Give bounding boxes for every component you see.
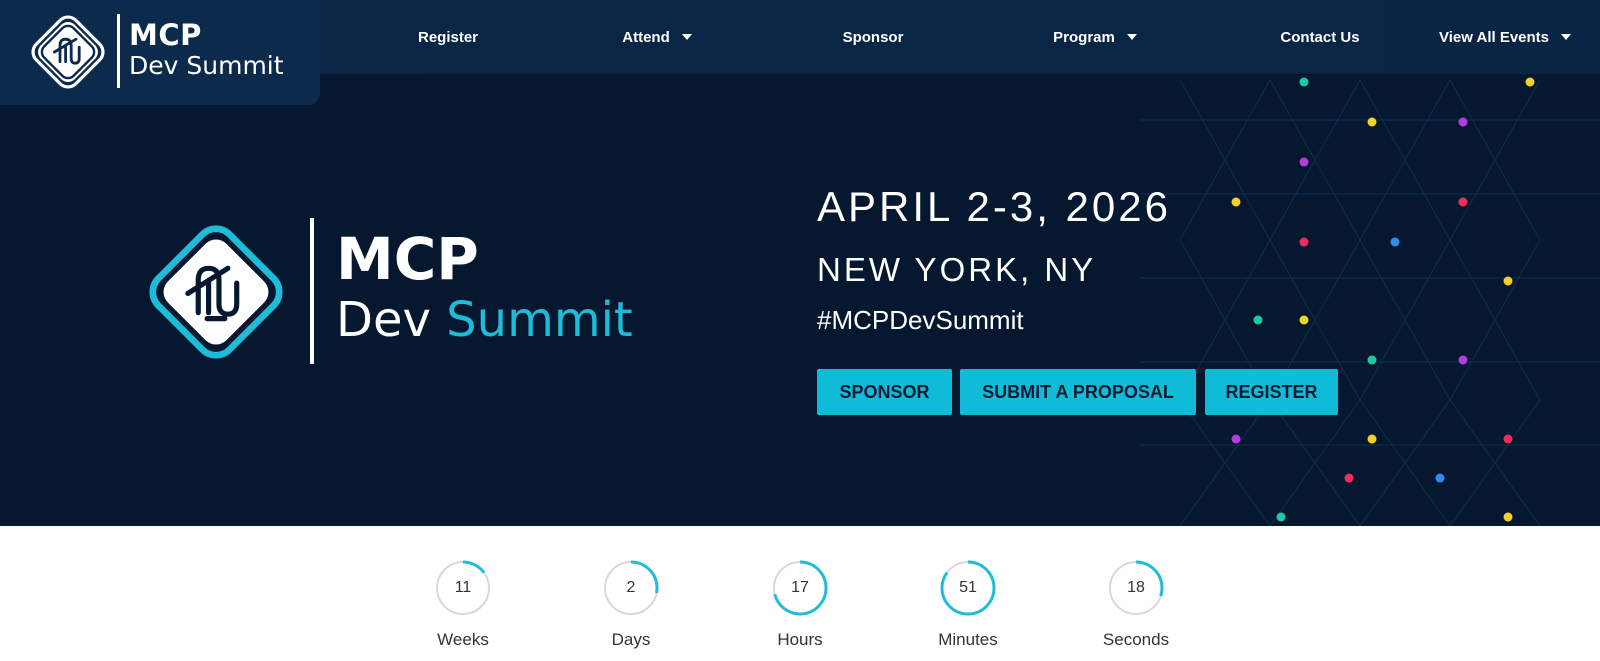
nav-program-label: Program xyxy=(1053,28,1115,46)
hero-logo-summit: Summit xyxy=(446,292,633,348)
hero-logo-dev: Dev xyxy=(336,292,431,348)
nav-register-label: Register xyxy=(417,28,479,46)
register-button-label: REGISTER xyxy=(1225,381,1318,402)
event-hashtag: #MCPDevSummit xyxy=(817,305,1024,335)
caret-down-icon xyxy=(1126,34,1137,40)
network-dots-graphic xyxy=(1140,77,1600,526)
event-date: APRIL 2-3, 2026 xyxy=(817,183,1171,230)
nav-view-all-events[interactable]: View All Events xyxy=(1415,0,1595,74)
countdown-value: 11 xyxy=(454,579,472,596)
countdown-label: Days xyxy=(611,630,651,649)
countdown-minutes: 51 Minutes xyxy=(898,526,1038,661)
nav-view-all-events-label: View All Events xyxy=(1438,28,1550,46)
brand-home-link[interactable]: MCP Dev Summit xyxy=(0,0,320,105)
countdown-section: 11 Weeks 2 Days 17 Hours 51 Minutes 18 S… xyxy=(0,526,1600,661)
mcp-logo-icon xyxy=(149,225,283,359)
mcp-logo-icon xyxy=(31,15,105,89)
nav-register[interactable]: Register xyxy=(368,0,528,74)
main-nav: Register Attend Sponsor Program Contact … xyxy=(320,0,1600,74)
brand-title: MCP xyxy=(129,18,202,52)
countdown-value: 51 xyxy=(959,579,977,596)
submit-proposal-button-label: SUBMIT A PROPOSAL xyxy=(982,381,1174,402)
nav-contact-us-label: Contact Us xyxy=(1280,28,1360,46)
register-button[interactable]: REGISTER xyxy=(1205,369,1338,415)
countdown-label: Weeks xyxy=(437,630,489,649)
nav-contact-us[interactable]: Contact Us xyxy=(1210,0,1430,74)
countdown-days: 2 Days xyxy=(561,526,701,661)
countdown-value: 2 xyxy=(626,579,636,596)
nav-program[interactable]: Program xyxy=(1000,0,1190,74)
countdown-label: Minutes xyxy=(938,630,998,649)
brand-divider xyxy=(117,14,120,88)
countdown-value: 17 xyxy=(791,579,809,596)
hero-logo-subtitle: Dev Summit xyxy=(336,296,633,344)
submit-proposal-button[interactable]: SUBMIT A PROPOSAL xyxy=(960,369,1196,415)
sponsor-button[interactable]: SPONSOR xyxy=(817,369,952,415)
countdown-label: Seconds xyxy=(1102,630,1170,649)
hero-logo-divider xyxy=(310,218,314,364)
countdown-label: Hours xyxy=(777,630,823,649)
caret-down-icon xyxy=(681,34,692,40)
nav-attend-label: Attend xyxy=(622,28,670,46)
countdown-weeks: 11 Weeks xyxy=(393,526,533,661)
event-location: NEW YORK, NY xyxy=(817,251,1097,288)
nav-sponsor-label: Sponsor xyxy=(842,28,904,46)
countdown-value: 18 xyxy=(1127,579,1145,596)
hero-section: MCP Dev Summit Register Attend Sponsor P… xyxy=(0,0,1600,526)
hero-logo-title: MCP xyxy=(336,225,479,293)
brand-subtitle: Dev Summit xyxy=(129,51,284,80)
sponsor-button-label: SPONSOR xyxy=(839,381,930,402)
countdown-seconds: 18 Seconds xyxy=(1066,526,1206,661)
nav-attend[interactable]: Attend xyxy=(572,0,742,74)
countdown-hours: 17 Hours xyxy=(730,526,870,661)
nav-sponsor[interactable]: Sponsor xyxy=(773,0,973,74)
caret-down-icon xyxy=(1561,34,1572,40)
